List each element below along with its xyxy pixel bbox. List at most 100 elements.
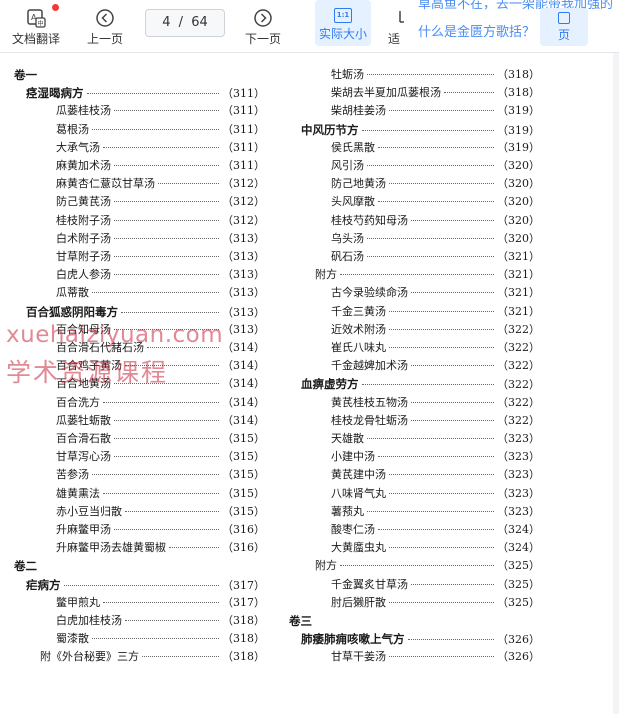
toc-section-entry[interactable]: 血痹虚劳方 （322） [301, 375, 540, 393]
toc-page-number: （319） [497, 123, 540, 137]
toc-entry[interactable]: 八味肾气丸 （323） [331, 485, 540, 503]
toc-volume-heading[interactable]: 卷一 [14, 66, 265, 84]
toc-page-number: （320） [497, 159, 540, 172]
toc-entry[interactable]: 大黄䗪虫丸 （324） [331, 539, 540, 557]
toc-section-entry[interactable]: 肺痿肺痈咳嗽上气方 （326） [301, 630, 540, 648]
toc-entry[interactable]: 苦参汤 （315） [56, 466, 265, 484]
toc-entry[interactable]: 小建中汤 （323） [331, 448, 540, 466]
toc-entry[interactable]: 百合洗方 （314） [56, 394, 265, 412]
toc-entry[interactable]: 防己地黄汤 （320） [331, 175, 540, 193]
toc-entry[interactable]: 酸枣仁汤 （324） [331, 521, 540, 539]
toc-entry[interactable]: 柴胡去半夏加瓜蒌根汤 （318） [331, 84, 540, 102]
toc-entry[interactable]: 薯蓣丸 （323） [331, 503, 540, 521]
toc-entry[interactable]: 矾石汤 （321） [331, 248, 540, 266]
toc-entry-title: 大承气汤 [56, 140, 100, 154]
toc-entry[interactable]: 甘草干姜汤 （326） [331, 648, 540, 666]
watermark-text: 学术资源课程 [6, 358, 169, 387]
toc-entry-title: 乌头汤 [331, 231, 364, 245]
toc-section-entry[interactable]: 中风历节方 （319） [301, 121, 540, 139]
toc-leader-dots [389, 347, 494, 348]
toc-entry[interactable]: 近效术附汤 （322） [331, 321, 540, 339]
toc-entry-title: 麻黄杏仁薏苡甘草汤 [56, 177, 155, 191]
toc-entry-title: 白虎人参汤 [56, 268, 111, 282]
toc-entry[interactable]: 附《外台秘要》三方 （318） [40, 648, 265, 666]
toc-entry[interactable]: 头风摩散 （320） [331, 193, 540, 211]
toc-entry-title: 桂枝附子汤 [56, 213, 111, 227]
toc-entry[interactable]: 黄芪建中汤 （323） [331, 466, 540, 484]
fit-page-icon [399, 11, 404, 23]
toc-entry[interactable]: 瓜蒌牡蛎散 （314） [56, 412, 265, 430]
toc-entry[interactable]: 百合滑石散 （315） [56, 430, 265, 448]
toc-entry[interactable]: 附方 （325） [315, 557, 540, 575]
toc-entry-title: 崔氏八味丸 [331, 341, 386, 354]
toc-page-number: （322） [497, 413, 540, 427]
toc-entry[interactable]: 侯氏黑散 （319） [331, 139, 540, 157]
toc-entry[interactable]: 赤小豆当归散 （315） [56, 503, 265, 521]
toc-entry[interactable]: 附方 （321） [315, 266, 540, 284]
toc-leader-dots [114, 237, 219, 239]
toc-entry[interactable]: 天雄散 （323） [331, 430, 540, 448]
scrollbar[interactable] [613, 53, 619, 714]
toc-section-entry[interactable]: 疟病方 （317） [26, 576, 265, 594]
toc-entry[interactable]: 风引汤 （320） [331, 157, 540, 175]
toc-entry-title: 大黄䗪虫丸 [331, 541, 386, 555]
toc-section-entry[interactable]: 痉湿暍病方 （311） [26, 84, 265, 102]
toc-volume-heading[interactable]: 卷三 [289, 612, 540, 630]
toc-entry[interactable]: 肘后獭肝散 （325） [331, 594, 540, 612]
toc-entry[interactable]: 崔氏八味丸 （322） [331, 339, 540, 357]
toc-entry-title: 赤小豆当归散 [56, 504, 122, 518]
ai-question-banner[interactable]: 什么是金匮方歌括？ [418, 21, 535, 40]
toc-entry[interactable]: 白虎人参汤 （313） [56, 266, 265, 284]
toc-entry[interactable]: 防己黄芪汤 （312） [56, 193, 265, 211]
toc-entry[interactable]: 甘草泻心汤 （315） [56, 448, 265, 466]
toc-page-number: （315） [222, 504, 265, 518]
toc-entry[interactable]: 雄黄熏法 （315） [56, 485, 265, 503]
toc-entry[interactable]: 牡蛎汤 （318） [331, 66, 540, 84]
prev-page-button[interactable]: 上一页 [80, 0, 130, 52]
toc-entry[interactable]: 瓜蒂散 （313） [56, 284, 265, 302]
toc-leader-dots [114, 165, 219, 166]
toc-entry[interactable]: 白虎加桂枝汤 （318） [56, 612, 265, 630]
toc-entry[interactable]: 桂枝龙骨牡蛎汤 （322） [331, 412, 540, 430]
actual-size-button[interactable]: 1:1 实际大小 [315, 0, 371, 46]
notification-badge [52, 4, 59, 11]
toc-entry[interactable]: 白术附子汤 （313） [56, 230, 265, 248]
toc-page-number: （323） [497, 504, 540, 518]
toc-entry[interactable]: 千金三黄汤 （321） [331, 303, 540, 321]
toc-entry-title: 白虎加桂枝汤 [56, 614, 122, 627]
toc-entry[interactable]: 麻黄杏仁薏苡甘草汤 （312） [56, 175, 265, 193]
fit-page-button[interactable]: 适 [382, 0, 418, 52]
toc-entry[interactable]: 瓜蒌桂枝汤 （311） [56, 102, 265, 120]
toc-entry[interactable]: 升麻鳖甲汤去雄黄蜀椒 （316） [56, 539, 265, 557]
toc-section-entry[interactable]: 百合狐惑阴阳毒方 （313） [26, 303, 265, 321]
next-page-button[interactable]: 下一页 [238, 0, 288, 52]
toc-entry[interactable]: 古今录验续命汤 （321） [331, 284, 540, 302]
toc-entry[interactable]: 鳖甲煎丸 （317） [56, 594, 265, 612]
toc-leader-dots [340, 274, 494, 276]
toc-page-number: （323） [497, 486, 540, 500]
toc-entry[interactable]: 葛根汤 （311） [56, 121, 265, 139]
toc-entry[interactable]: 甘草附子汤 （313） [56, 248, 265, 266]
toc-entry[interactable]: 柴胡桂姜汤 （319） [331, 102, 540, 120]
toc-page-number: （313） [222, 322, 265, 336]
toc-leader-dots [407, 639, 494, 641]
toc-entry[interactable]: 桂枝芍药知母汤 （320） [331, 212, 540, 230]
toc-entry[interactable]: 桂枝附子汤 （312） [56, 212, 265, 230]
toc-entry[interactable]: 蜀漆散 （318） [56, 630, 265, 648]
toc-leader-dots [389, 547, 494, 549]
toc-leader-dots [378, 529, 494, 530]
toc-volume-heading[interactable]: 卷二 [14, 557, 265, 575]
toc-entry[interactable]: 乌头汤 （320） [331, 230, 540, 248]
toc-entry-title: 肘后獭肝散 [331, 595, 386, 609]
toc-entry[interactable]: 大承气汤 （311） [56, 139, 265, 157]
toc-entry[interactable]: 黄芪桂枝五物汤 （322） [331, 394, 540, 412]
toc-entry[interactable]: 麻黄加术汤 （311） [56, 157, 265, 175]
page-number-input[interactable]: 4 / 64 [145, 9, 225, 37]
toc-entry[interactable]: 千金越婢加术汤 （322） [331, 357, 540, 375]
toc-page-number: （314） [222, 377, 265, 391]
toc-entry[interactable]: 升麻鳖甲汤 （316） [56, 521, 265, 539]
toc-leader-dots [169, 547, 219, 549]
next-page-label: 下一页 [244, 32, 281, 46]
page-view-button[interactable]: 页 [540, 8, 588, 46]
toc-entry[interactable]: 千金翼炙甘草汤 （325） [331, 576, 540, 594]
